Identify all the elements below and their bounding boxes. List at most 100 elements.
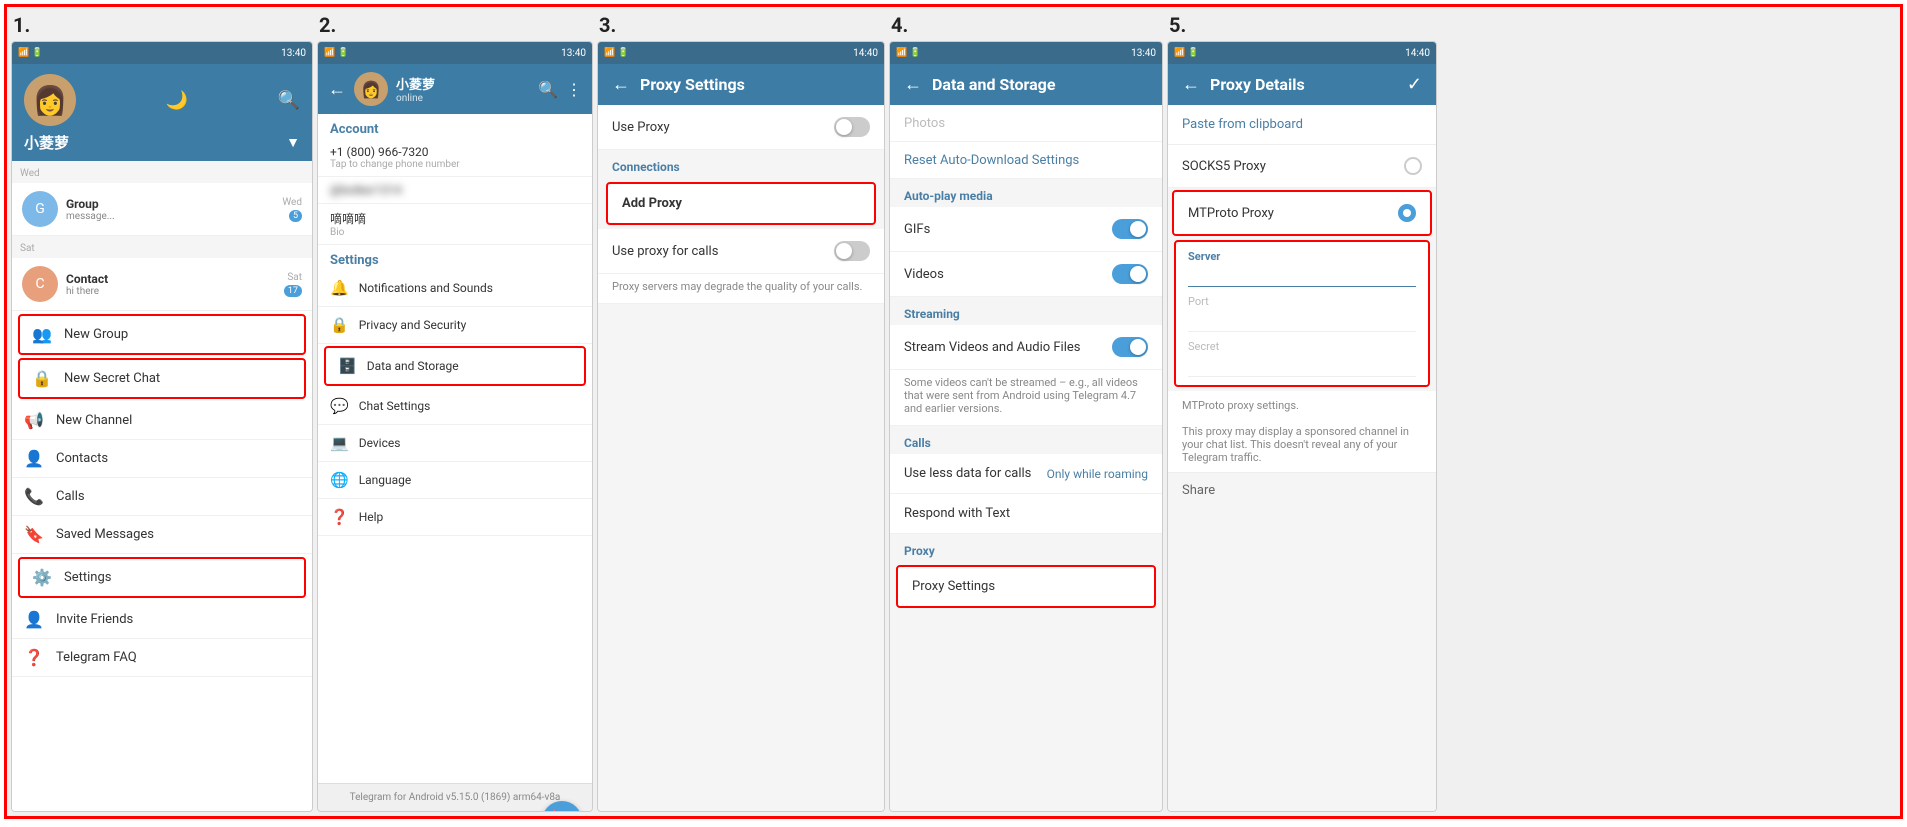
p3-proxy-calls-row[interactable]: Use proxy for calls xyxy=(598,229,884,274)
step-4-label: 4. xyxy=(889,11,1163,41)
p1-label-invite: Invite Friends xyxy=(56,612,133,627)
p1-label-faq: Telegram FAQ xyxy=(56,650,137,665)
p4-less-data-value: Only while roaming xyxy=(1047,467,1148,481)
p1-chat-row-2[interactable]: C Contact hi there Sat 17 xyxy=(12,258,312,311)
p3-add-proxy-label: Add Proxy xyxy=(622,196,682,211)
p4-title: Data and Storage xyxy=(932,75,1148,94)
p5-paste-row[interactable]: Paste from clipboard xyxy=(1168,105,1436,145)
p1-label-settings: Settings xyxy=(64,570,111,585)
p5-share-row[interactable]: Share xyxy=(1168,473,1436,508)
p5-socks5-row[interactable]: SOCKS5 Proxy xyxy=(1168,145,1436,188)
p1-chat-row-1[interactable]: G Group message... Wed 5 xyxy=(12,183,312,236)
p4-proxy-settings-label: Proxy Settings xyxy=(912,579,995,594)
p2-avatar: 👩 xyxy=(354,72,388,106)
p2-menu-privacy[interactable]: 🔒 Privacy and Security xyxy=(318,307,592,344)
p5-mtproto-row[interactable]: MTProto Proxy xyxy=(1172,190,1432,236)
p5-socks5-label: SOCKS5 Proxy xyxy=(1182,159,1266,174)
step-5-label: 5. xyxy=(1167,11,1437,41)
p4-videos-row[interactable]: Videos xyxy=(890,252,1162,297)
p1-menu-contacts[interactable]: 👤 Contacts xyxy=(12,440,312,478)
p5-port-group: Port xyxy=(1188,295,1416,332)
step-3-label: 3. xyxy=(597,11,885,41)
p5-server-input[interactable] xyxy=(1188,263,1416,287)
p2-menu-devices[interactable]: 💻 Devices xyxy=(318,425,592,462)
p2-menu-data[interactable]: 🗄️ Data and Storage xyxy=(324,346,586,386)
p1-avatar: 👩 xyxy=(24,74,76,126)
p2-label-language: Language xyxy=(359,473,412,487)
p3-back-icon[interactable]: ← xyxy=(612,74,630,95)
p2-icon-language: 🌐 xyxy=(330,471,349,489)
p2-back-icon[interactable]: ← xyxy=(328,79,346,100)
p2-menu-chat[interactable]: 💬 Chat Settings xyxy=(318,388,592,425)
p1-menu-new-group[interactable]: 👥 New Group xyxy=(18,314,306,355)
p1-day-sat: Sat xyxy=(12,236,312,258)
p5-socks5-radio[interactable] xyxy=(1404,157,1422,175)
p2-online: online xyxy=(396,93,530,104)
p5-note: MTProto proxy settings. This proxy may d… xyxy=(1168,391,1436,473)
p2-menu-language[interactable]: 🌐 Language xyxy=(318,462,592,499)
p2-menu-help[interactable]: ❓ Help xyxy=(318,499,592,536)
p1-username: 小菱萝 xyxy=(24,132,69,153)
p1-label-new-channel: New Channel xyxy=(56,413,132,428)
p1-menu-saved[interactable]: 🔖 Saved Messages xyxy=(12,516,312,554)
p5-port-input[interactable] xyxy=(1188,308,1416,332)
p1-menu-new-channel[interactable]: 📢 New Channel xyxy=(12,402,312,440)
p5-secret-label: Secret xyxy=(1188,340,1416,353)
p4-stream-label: Stream Videos and Audio Files xyxy=(904,340,1080,355)
p1-menu-faq[interactable]: ❓ Telegram FAQ xyxy=(12,639,312,677)
p5-secret-input[interactable] xyxy=(1188,353,1416,377)
p4-respond-row[interactable]: Respond with Text xyxy=(890,494,1162,534)
p2-search-icon[interactable]: 🔍 xyxy=(538,80,558,99)
p2-menu-notifications[interactable]: 🔔 Notifications and Sounds xyxy=(318,270,592,307)
p5-back-icon[interactable]: ← xyxy=(1182,74,1200,95)
p1-search-icon[interactable]: 🔍 xyxy=(278,90,300,111)
p4-gifs-toggle[interactable] xyxy=(1112,219,1148,239)
p2-label-help: Help xyxy=(359,510,384,524)
p4-gifs-row[interactable]: GIFs xyxy=(890,207,1162,252)
p1-menu-settings[interactable]: ⚙️ Settings xyxy=(18,557,306,598)
p1-dropdown-icon[interactable]: ▼ xyxy=(286,134,300,151)
p5-check-icon[interactable]: ✓ xyxy=(1407,74,1422,95)
p4-stream-note: Some videos can't be streamed – e.g., al… xyxy=(890,370,1162,426)
p5-proxy-form: Server Port Secret xyxy=(1174,240,1430,387)
p1-menu-calls[interactable]: 📞 Calls xyxy=(12,478,312,516)
p4-calls-label: Calls xyxy=(890,426,1162,454)
p2-icon-chat: 💬 xyxy=(330,397,349,415)
p1-label-contacts: Contacts xyxy=(56,451,108,466)
p4-stream-toggle[interactable] xyxy=(1112,337,1148,357)
p1-icon-secret: 🔒 xyxy=(32,369,52,388)
p3-use-proxy-row[interactable]: Use Proxy xyxy=(598,105,884,150)
p4-proxy-settings-row[interactable]: Proxy Settings xyxy=(896,565,1156,608)
p5-title: Proxy Details xyxy=(1210,75,1397,94)
p3-proxy-calls-toggle[interactable] xyxy=(834,241,870,261)
p2-name: 小菱萝 xyxy=(396,74,530,93)
step1-status-bar: 📶 🔋 13:40 xyxy=(12,42,312,64)
step5-status-bar: 📶 🔋 14:40 xyxy=(1168,42,1436,64)
p4-photos-row: Photos xyxy=(890,105,1162,142)
p1-menu-invite[interactable]: 👤 Invite Friends xyxy=(12,601,312,639)
p4-reset-row[interactable]: Reset Auto-Download Settings xyxy=(890,142,1162,179)
p5-header: ← Proxy Details ✓ xyxy=(1168,64,1436,105)
p4-proxy-section-label: Proxy xyxy=(890,534,1162,562)
p3-use-proxy-toggle[interactable] xyxy=(834,117,870,137)
p3-add-proxy-row[interactable]: Add Proxy xyxy=(606,182,876,225)
p2-label-privacy: Privacy and Security xyxy=(359,318,467,332)
p3-note: Proxy servers may degrade the quality of… xyxy=(598,274,884,304)
p4-less-data-row[interactable]: Use less data for calls Only while roami… xyxy=(890,454,1162,494)
step5-time: 14:40 xyxy=(1405,48,1430,59)
p2-name-col: 小菱萝 online xyxy=(396,74,530,104)
p2-label-chat: Chat Settings xyxy=(359,399,431,413)
p4-stream-row[interactable]: Stream Videos and Audio Files xyxy=(890,325,1162,370)
p4-content: Photos Reset Auto-Download Settings Auto… xyxy=(890,105,1162,811)
p4-videos-toggle[interactable] xyxy=(1112,264,1148,284)
p1-icon-invite: 👤 xyxy=(24,610,44,629)
step4-status-bar: 📶 🔋 13:40 xyxy=(890,42,1162,64)
p5-mtproto-radio[interactable] xyxy=(1398,204,1416,222)
p2-more-icon[interactable]: ⋮ xyxy=(566,80,582,99)
p4-back-icon[interactable]: ← xyxy=(904,74,922,95)
step2-status-bar: 📶 🔋 13:40 xyxy=(318,42,592,64)
p5-server-group: Server xyxy=(1188,250,1416,287)
p2-icon-devices: 💻 xyxy=(330,434,349,452)
p1-menu-new-secret[interactable]: 🔒 New Secret Chat xyxy=(18,358,306,399)
step-2-label: 2. xyxy=(317,11,593,41)
